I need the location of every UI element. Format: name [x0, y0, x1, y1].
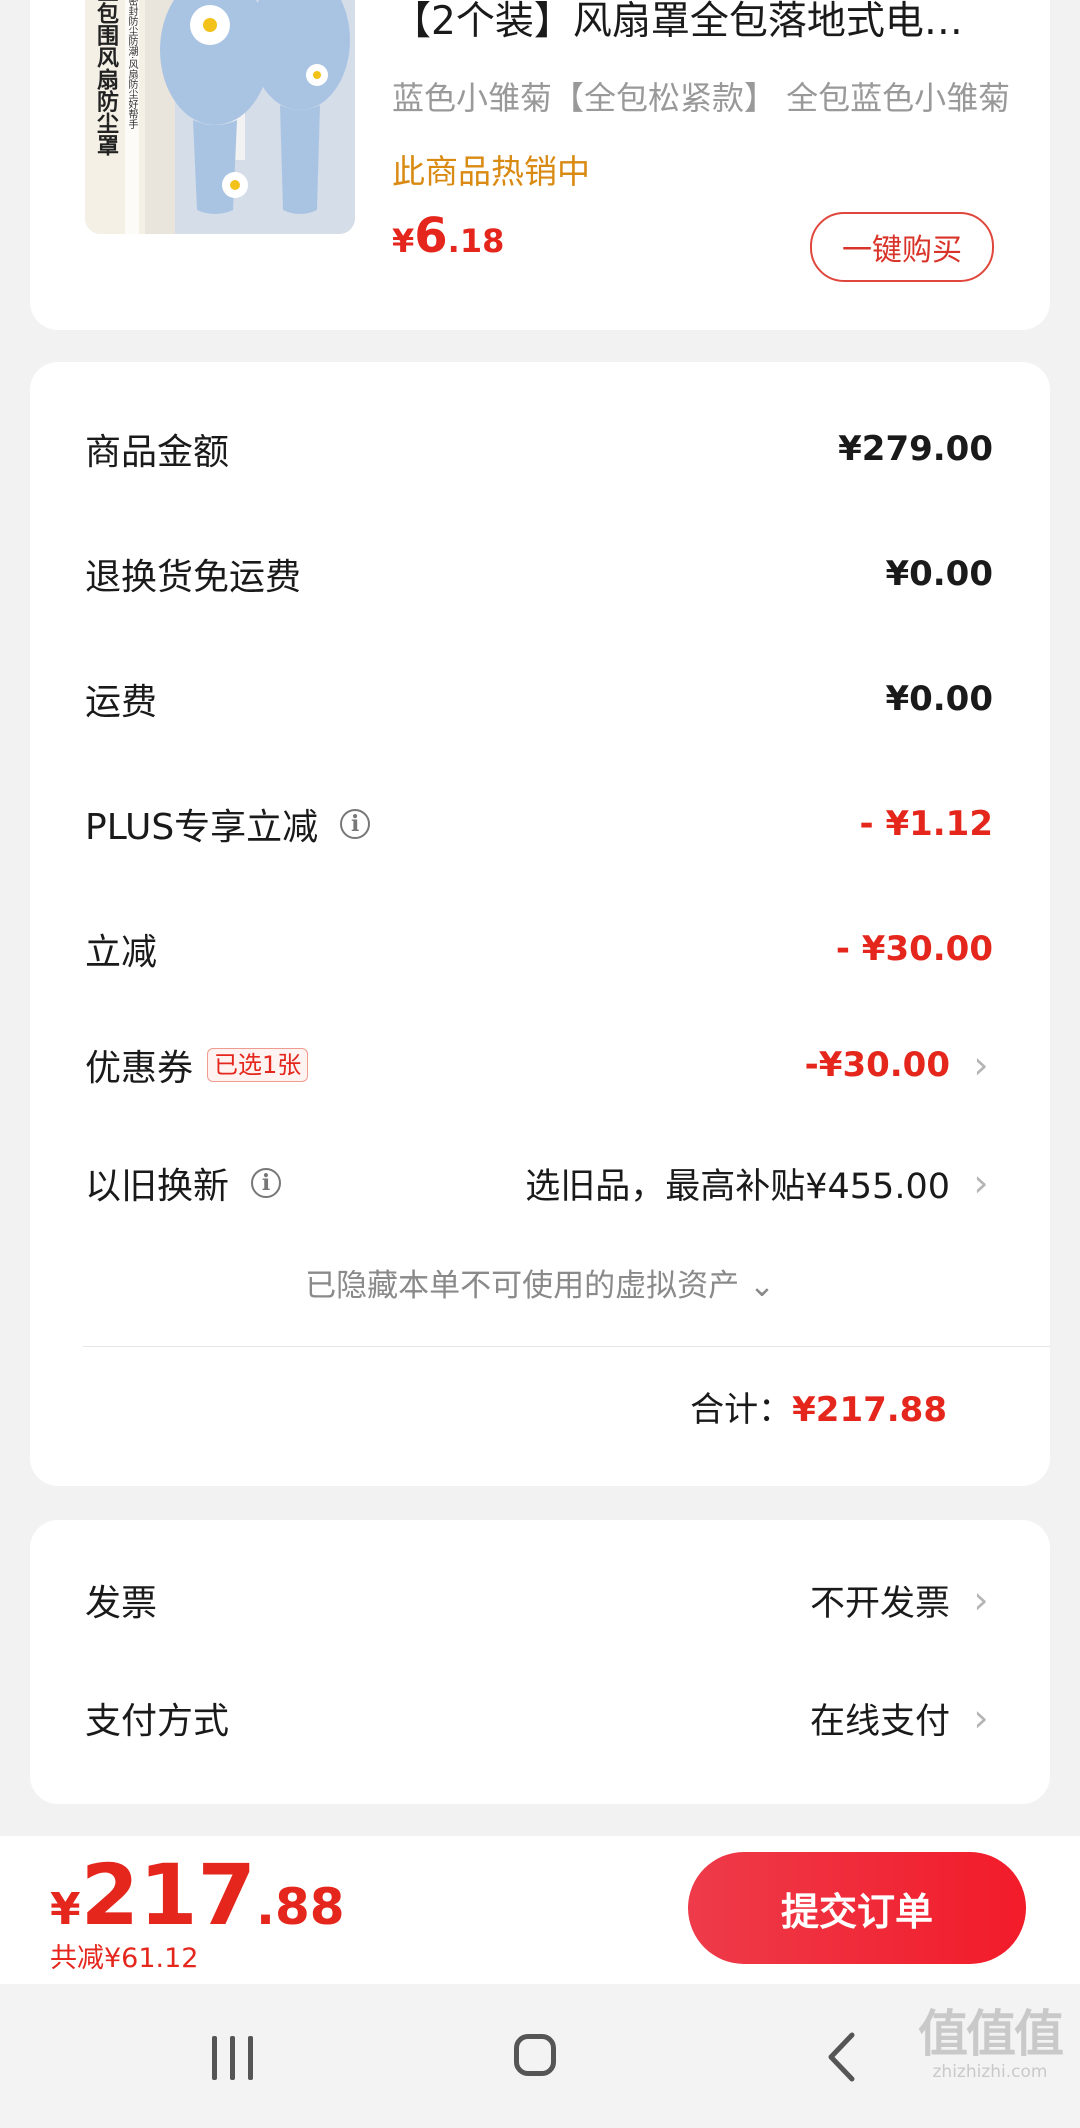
watermark-url: zhizhizhi.com	[932, 2062, 1048, 2082]
summary-row-coupon[interactable]: 优惠券 已选1张 -¥30.00 ›	[85, 1035, 990, 1095]
info-icon[interactable]: i	[251, 1168, 282, 1198]
total-value: ¥217.88	[792, 1390, 947, 1430]
summary-label: 以旧换新	[85, 1166, 230, 1207]
summary-row-trade-in[interactable]: 以旧换新 i 选旧品，最高补贴¥455.00 ›	[85, 1153, 990, 1213]
payment-label: 支付方式	[85, 1701, 230, 1742]
product-image-subtext: 全密封防尘防潮·风扇防尘好帮手	[126, 0, 137, 130]
checkout-bar: ¥217.88 共减¥61.12 提交订单	[0, 1836, 1080, 1984]
watermark: 值值值 zhizhizhi.com	[918, 1994, 1064, 2082]
summary-value: ¥0.00	[885, 679, 993, 719]
info-icon[interactable]: i	[340, 809, 371, 839]
summary-value: ¥279.00	[838, 429, 993, 469]
chevron-down-icon: ⌄	[748, 1268, 775, 1304]
invoice-row[interactable]: 发票 不开发票 ›	[85, 1570, 990, 1630]
product-price: ¥6.18	[392, 208, 504, 264]
summary-label: 优惠券	[85, 1048, 194, 1089]
product-card: 全包围风扇防尘罩 全密封防尘防潮·风扇防尘好帮手 【2个装】风扇罩全包落地式电风…	[30, 0, 1050, 330]
system-nav-bar: 值值值 zhizhizhi.com	[0, 1984, 1080, 2128]
home-icon[interactable]	[514, 2034, 556, 2076]
summary-row-shipping: 运费 ¥0.00	[85, 669, 993, 729]
total-price: ¥217.88	[50, 1846, 345, 1944]
order-summary-card: 商品金额 ¥279.00 退换货免运费 ¥0.00 运费 ¥0.00 PLUS专…	[30, 362, 1050, 1486]
summary-label: 立减	[85, 932, 158, 973]
product-title[interactable]: 【2个装】风扇罩全包落地式电风扇防尘罩	[392, 0, 992, 46]
summary-label: 退换货免运费	[85, 557, 302, 598]
summary-value: ¥0.00	[885, 554, 993, 594]
hidden-assets-toggle[interactable]: 已隐藏本单不可使用的虚拟资产 ⌄	[30, 1260, 1050, 1305]
submit-order-button[interactable]: 提交订单	[688, 1852, 1026, 1964]
hot-sale-label: 此商品热销中	[392, 152, 590, 191]
product-image[interactable]: 全包围风扇防尘罩 全密封防尘防潮·风扇防尘好帮手	[85, 0, 355, 234]
chevron-right-icon: ›	[973, 1696, 989, 1740]
total-price-int: 217	[80, 1846, 256, 1944]
total-price-currency: ¥	[50, 1884, 81, 1935]
back-icon[interactable]	[826, 2032, 856, 2086]
price-int: 6	[414, 208, 448, 264]
summary-value: - ¥30.00	[835, 929, 993, 969]
divider	[83, 1346, 1050, 1347]
total-saved: 共减¥61.12	[50, 1943, 199, 1974]
invoice-value: 不开发票	[809, 1583, 950, 1624]
product-variant[interactable]: 蓝色小雏菊【全包松紧款】 全包蓝色小雏菊	[392, 73, 1022, 119]
coupon-badge: 已选1张	[207, 1048, 309, 1082]
one-click-buy-button[interactable]: 一键购买	[810, 212, 994, 282]
summary-row-goods-amount: 商品金额 ¥279.00	[85, 419, 993, 479]
hidden-assets-text: 已隐藏本单不可使用的虚拟资产	[305, 1268, 740, 1304]
chevron-right-icon: ›	[973, 1161, 989, 1205]
total-price-dec: .88	[255, 1878, 345, 1936]
payment-value: 在线支付	[809, 1701, 950, 1742]
summary-value: -¥30.00	[804, 1045, 950, 1085]
summary-value: - ¥1.12	[859, 804, 994, 844]
summary-value: 选旧品，最高补贴¥455.00	[525, 1166, 950, 1207]
summary-label: 商品金额	[85, 432, 230, 473]
order-options-card: 发票 不开发票 › 支付方式 在线支付 ›	[30, 1520, 1050, 1804]
watermark-text: 值值值	[918, 2005, 1064, 2063]
chevron-right-icon: ›	[973, 1043, 989, 1087]
summary-label: PLUS专享立减	[85, 807, 319, 848]
summary-row-plus-discount: PLUS专享立减 i - ¥1.12	[85, 794, 993, 854]
chevron-right-icon: ›	[973, 1578, 989, 1622]
summary-row-instant-discount: 立减 - ¥30.00	[85, 919, 993, 979]
total-row: 合计：¥217.88	[690, 1382, 947, 1431]
summary-label: 运费	[85, 682, 158, 723]
price-dec: .18	[447, 222, 505, 260]
recent-apps-icon[interactable]	[212, 2036, 253, 2080]
price-currency: ¥	[392, 222, 415, 260]
total-label: 合计：	[690, 1390, 793, 1430]
product-image-text: 全包围风扇防尘罩	[93, 0, 118, 156]
summary-row-return-shipping: 退换货免运费 ¥0.00	[85, 544, 993, 604]
payment-method-row[interactable]: 支付方式 在线支付 ›	[85, 1688, 990, 1748]
invoice-label: 发票	[85, 1583, 158, 1624]
